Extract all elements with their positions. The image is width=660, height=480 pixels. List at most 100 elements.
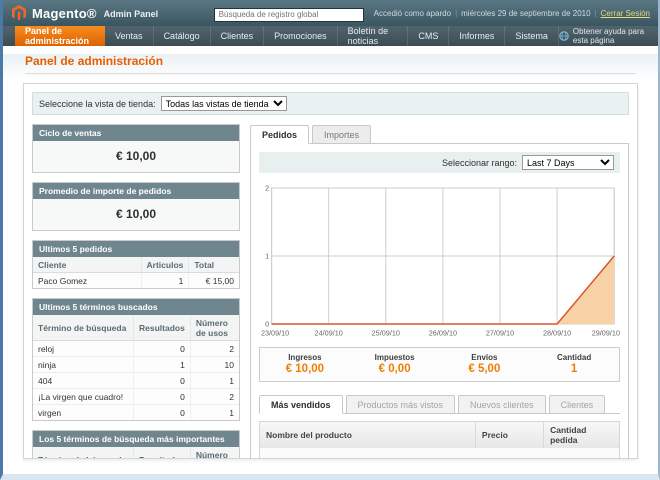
- tab-new-customers[interactable]: Nuevos clientes: [458, 395, 546, 414]
- nav-item-newsletter[interactable]: Boletín de noticias: [338, 26, 409, 46]
- stat-shipping: Envíos € 5,00: [440, 353, 530, 375]
- stat-value: 1: [529, 363, 619, 375]
- content: Panel de administración Seleccione la vi…: [3, 54, 658, 480]
- column-header: Número de usos: [190, 447, 239, 459]
- table-row[interactable]: Paco Gomez 1 € 15,00: [33, 273, 239, 289]
- page-title: Panel de administración: [25, 54, 636, 73]
- login-info: Accedió como apardo | miércoles 29 de se…: [374, 9, 650, 18]
- orders-chart: 23/09/1024/09/1025/09/1026/09/1027/09/10…: [259, 181, 620, 339]
- svg-text:29/09/10: 29/09/10: [592, 328, 620, 337]
- table-row[interactable]: ¡La virgen que cuadro! 0 2: [33, 389, 239, 405]
- svg-text:25/09/10: 25/09/10: [372, 328, 400, 337]
- store-switcher-select[interactable]: Todas las vistas de tienda: [161, 96, 287, 111]
- top-header: Magento® Admin Panel Accedió como apardo…: [3, 0, 658, 26]
- term-cell: virgen: [33, 405, 134, 421]
- nav-item-cms[interactable]: CMS: [408, 26, 449, 46]
- items-cell: 1: [141, 273, 189, 289]
- main-nav: Panel de administración Ventas Catálogo …: [3, 26, 658, 46]
- results-cell: 0: [134, 389, 191, 405]
- svg-text:0: 0: [265, 319, 269, 328]
- tab-orders[interactable]: Pedidos: [250, 125, 309, 144]
- column-header: Resultados: [134, 315, 191, 341]
- lifetime-sales-title: Ciclo de ventas: [33, 125, 239, 141]
- totals-box: Ingresos € 10,00 Impuestos € 0,00 Envíos…: [259, 347, 620, 382]
- help-globe-icon: [559, 31, 569, 41]
- empty-grid-message: No se encontraron registros.: [260, 448, 619, 459]
- term-cell: ¡La virgen que cuadro!: [33, 389, 134, 405]
- svg-text:23/09/10: 23/09/10: [261, 328, 289, 337]
- top-search-title: Los 5 términos de búsqueda más important…: [33, 431, 239, 447]
- average-orders-title: Promedio de importe de pedidos: [33, 183, 239, 199]
- top-search-card: Los 5 términos de búsqueda más important…: [32, 430, 240, 459]
- column-header: Resultados: [134, 447, 191, 459]
- tab-bestsellers[interactable]: Más vendidos: [259, 395, 343, 414]
- global-search: [214, 4, 364, 22]
- table-row[interactable]: 404 0 1: [33, 373, 239, 389]
- svg-text:1: 1: [265, 251, 269, 260]
- orders-chart-svg: 23/09/1024/09/1025/09/1026/09/1027/09/10…: [259, 181, 620, 339]
- results-cell: 0: [134, 373, 191, 389]
- nav-item-system[interactable]: Sistema: [505, 26, 559, 46]
- left-column: Ciclo de ventas € 10,00 Promedio de impo…: [32, 124, 240, 459]
- logout-link[interactable]: Cerrar Sesión: [601, 9, 650, 18]
- separator: |: [595, 9, 597, 18]
- stat-value: € 10,00: [260, 363, 350, 375]
- table-row[interactable]: virgen 0 1: [33, 405, 239, 421]
- chart-tabs: Pedidos Importes: [250, 124, 629, 143]
- nav-item-catalog[interactable]: Catálogo: [154, 26, 211, 46]
- last-search-card: Ultimos 5 términos buscados Término de b…: [32, 298, 240, 421]
- grid-tabs: Más vendidos Productos más vistos Nuevos…: [259, 394, 620, 414]
- term-cell: ninja: [33, 357, 134, 373]
- help-link-label: Obtener ayuda para esta página: [573, 27, 646, 45]
- nav-item-promotions[interactable]: Promociones: [264, 26, 338, 46]
- last-search-title: Ultimos 5 términos buscados: [33, 299, 239, 315]
- term-cell: reloj: [33, 341, 134, 357]
- brand-suffix: Admin Panel: [104, 9, 159, 19]
- last-orders-card: Ultimos 5 pedidos Cliente Articulos Tota…: [32, 240, 240, 289]
- results-cell: 0: [134, 405, 191, 421]
- magento-logo-icon: [11, 5, 27, 21]
- table-row[interactable]: ninja 1 10: [33, 357, 239, 373]
- stat-label: Cantidad: [529, 353, 619, 362]
- column-header: Término de búsqueda: [33, 315, 134, 341]
- bestsellers-grid: Nombre del producto Precio Cantidad pedi…: [259, 421, 620, 459]
- nav-item-customers[interactable]: Clientes: [211, 26, 265, 46]
- top-search-table: Término de búsqueda Resultados Número de…: [33, 447, 239, 459]
- stat-value: € 0,00: [350, 363, 440, 375]
- svg-text:26/09/10: 26/09/10: [429, 328, 457, 337]
- help-link[interactable]: Obtener ayuda para esta página: [559, 26, 658, 46]
- customer-cell: Paco Gomez: [33, 273, 141, 289]
- brand: Magento® Admin Panel: [11, 5, 158, 21]
- stat-revenue: Ingresos € 10,00: [260, 353, 350, 375]
- column-header: Cantidad pedida: [544, 422, 619, 448]
- title-divider: [25, 73, 636, 74]
- nav-item-dashboard[interactable]: Panel de administración: [15, 26, 105, 46]
- right-column: Pedidos Importes Seleccionar rango: Last…: [250, 124, 629, 459]
- logged-in-as: Accedió como apardo: [374, 9, 451, 18]
- column-header: Articulos: [141, 257, 189, 273]
- uses-cell: 2: [190, 341, 239, 357]
- range-select[interactable]: Last 7 Days: [522, 155, 614, 170]
- tab-customers[interactable]: Clientes: [549, 395, 606, 414]
- uses-cell: 1: [190, 405, 239, 421]
- current-date: miércoles 29 de septiembre de 2010: [461, 9, 590, 18]
- last-search-table: Término de búsqueda Resultados Número de…: [33, 315, 239, 420]
- dashboard-card: Seleccione la vista de tienda: Todas las…: [23, 83, 638, 459]
- column-header: Precio: [475, 422, 543, 448]
- global-search-input[interactable]: [214, 8, 364, 22]
- column-header: Cliente: [33, 257, 141, 273]
- brand-name: Magento®: [32, 6, 97, 21]
- average-orders-value: € 10,00: [33, 199, 239, 230]
- admin-window: Magento® Admin Panel Accedió como apardo…: [0, 0, 660, 480]
- uses-cell: 10: [190, 357, 239, 373]
- nav-item-sales[interactable]: Ventas: [105, 26, 154, 46]
- svg-text:28/09/10: 28/09/10: [543, 328, 571, 337]
- table-row[interactable]: reloj 0 2: [33, 341, 239, 357]
- stat-label: Ingresos: [260, 353, 350, 362]
- nav-item-reports[interactable]: Informes: [449, 26, 505, 46]
- tab-most-viewed[interactable]: Productos más vistos: [346, 395, 456, 414]
- separator: |: [455, 9, 457, 18]
- stat-label: Envíos: [440, 353, 530, 362]
- range-label: Seleccionar rango:: [442, 158, 517, 168]
- tab-amounts[interactable]: Importes: [312, 125, 371, 144]
